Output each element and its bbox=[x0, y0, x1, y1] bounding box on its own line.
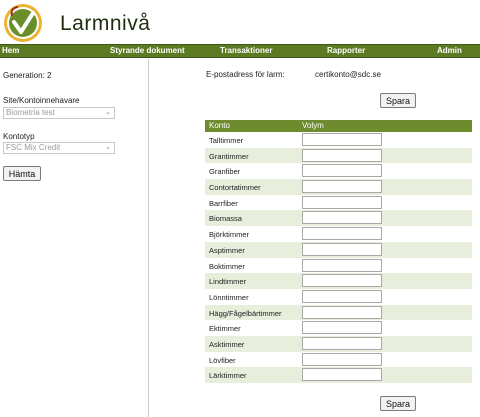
email-label: E-postadress för larm: bbox=[206, 70, 285, 79]
table-row: Biomassa bbox=[205, 210, 472, 227]
row-account-name: Lönntimmer bbox=[209, 292, 249, 302]
row-account-name: Ektimmer bbox=[209, 324, 241, 334]
volume-table: Konto Volym Talltimmer Grantimmer Granfibe… bbox=[205, 120, 472, 383]
volume-input[interactable] bbox=[302, 258, 382, 272]
chevron-down-icon: ⌄ bbox=[105, 109, 111, 116]
table-row: Lindtimmer bbox=[205, 273, 472, 289]
volume-input[interactable] bbox=[302, 242, 382, 256]
row-account-name: Asptimmer bbox=[209, 245, 245, 255]
volume-input[interactable] bbox=[302, 321, 382, 335]
table-row: Hägg/Fågelbärtimmer bbox=[205, 304, 472, 321]
email-value: certikonto@sdc.se bbox=[315, 70, 381, 79]
row-account-name: Granfiber bbox=[209, 167, 241, 177]
table-row: Talltimmer bbox=[205, 132, 472, 148]
volume-input[interactable] bbox=[302, 180, 382, 194]
volume-input[interactable] bbox=[302, 133, 382, 146]
table-body: Talltimmer Grantimmer Granfiber Contortatim… bbox=[205, 132, 472, 383]
table-row: Granfiber bbox=[205, 163, 472, 180]
table-row: Grantimmer bbox=[205, 147, 472, 164]
kontotyp-select-value: FSC Mix Credit bbox=[6, 143, 61, 152]
table-row: Lövfiber bbox=[205, 351, 472, 368]
save-button-top[interactable]: Spara bbox=[380, 93, 416, 108]
row-account-name: Grantimmer bbox=[209, 151, 249, 161]
site-select-value: Biometria test bbox=[6, 108, 55, 117]
nav-item-admin[interactable]: Admin bbox=[437, 46, 462, 55]
volume-input[interactable] bbox=[302, 148, 382, 162]
generation-label: Generation: 2 bbox=[3, 71, 52, 80]
sidebar: Generation: 2 Site/Kontoinnehavare Biome… bbox=[0, 59, 149, 417]
table-row: Lönntimmer bbox=[205, 288, 472, 305]
volume-input[interactable] bbox=[302, 305, 382, 319]
volume-input[interactable] bbox=[302, 164, 382, 178]
table-row: Asptimmer bbox=[205, 241, 472, 258]
row-account-name: Lindtimmer bbox=[209, 277, 247, 287]
table-row: Lärktimmer bbox=[205, 367, 472, 383]
row-account-name: Hägg/Fågelbärtimmer bbox=[209, 308, 282, 318]
volume-input[interactable] bbox=[302, 211, 382, 225]
site-select[interactable]: Biometria test ⌄ bbox=[3, 107, 115, 119]
nav-item-transaktioner[interactable]: Transaktioner bbox=[220, 46, 272, 55]
row-account-name: Björktimmer bbox=[209, 230, 250, 240]
main-nav: Hem Styrande dokument Transaktioner Rapp… bbox=[0, 44, 480, 58]
kontotyp-label: Kontotyp bbox=[3, 132, 35, 141]
table-row: Contortatimmer bbox=[205, 179, 472, 195]
volume-input[interactable] bbox=[302, 336, 382, 350]
row-account-name: Contortatimmer bbox=[209, 183, 261, 193]
volume-input[interactable] bbox=[302, 195, 382, 209]
table-header: Konto Volym bbox=[205, 120, 472, 132]
app-header: Larmnivå bbox=[0, 0, 480, 44]
kontotyp-select[interactable]: FSC Mix Credit ⌄ bbox=[3, 142, 115, 154]
chevron-down-icon: ⌄ bbox=[105, 144, 111, 151]
header-volym: Volym bbox=[302, 121, 324, 130]
site-label: Site/Kontoinnehavare bbox=[3, 96, 80, 105]
save-button-bottom[interactable]: Spara bbox=[380, 396, 416, 411]
checkmark-leaf-logo-icon bbox=[4, 4, 42, 42]
nav-item-hem[interactable]: Hem bbox=[2, 46, 19, 55]
page-title: Larmnivå bbox=[60, 12, 151, 35]
fetch-button[interactable]: Hämta bbox=[3, 166, 41, 181]
row-account-name: Asktimmer bbox=[209, 339, 245, 349]
row-account-name: Barrfiber bbox=[209, 198, 238, 208]
nav-item-styrande-dokument[interactable]: Styrande dokument bbox=[110, 46, 185, 55]
volume-input[interactable] bbox=[302, 368, 382, 382]
table-row: Ektimmer bbox=[205, 320, 472, 336]
row-account-name: Lärktimmer bbox=[209, 371, 247, 381]
row-account-name: Lövfiber bbox=[209, 355, 236, 365]
row-account-name: Talltimmer bbox=[209, 136, 244, 145]
volume-input[interactable] bbox=[302, 289, 382, 303]
nav-item-rapporter[interactable]: Rapporter bbox=[327, 46, 365, 55]
table-row: Boktimmer bbox=[205, 257, 472, 274]
volume-input[interactable] bbox=[302, 274, 382, 288]
header-konto: Konto bbox=[209, 121, 230, 130]
row-account-name: Boktimmer bbox=[209, 261, 245, 271]
table-row: Asktimmer bbox=[205, 335, 472, 352]
volume-input[interactable] bbox=[302, 352, 382, 366]
table-row: Barrfiber bbox=[205, 194, 472, 211]
table-row: Björktimmer bbox=[205, 226, 472, 242]
row-account-name: Biomassa bbox=[209, 214, 242, 224]
volume-input[interactable] bbox=[302, 227, 382, 241]
